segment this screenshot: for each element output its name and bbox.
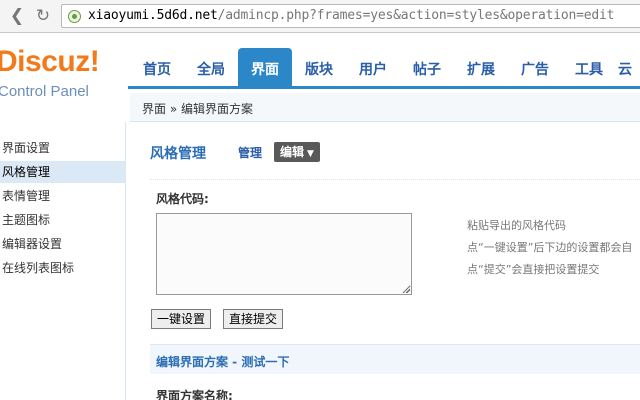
topnav-extend[interactable]: 扩展 xyxy=(456,54,506,87)
sidebar-item-editor-settings[interactable]: 编辑器设置 xyxy=(0,233,126,255)
hint-submit: 点“提交”会直接把设置提交 xyxy=(467,263,600,276)
page-title: 风格管理 xyxy=(150,146,206,162)
style-code-label: 风格代码: xyxy=(156,192,209,206)
topnav-tools[interactable]: 工具 xyxy=(564,54,614,87)
tab-manage[interactable]: 管理 xyxy=(235,143,265,163)
main-content: 风格管理 管理 编辑 ▼ 风格代码: 粘贴导出的风格代码 点“一键设置”后下边的设… xyxy=(140,123,640,400)
back-arrow-icon[interactable]: ❮ xyxy=(7,6,27,26)
direct-submit-button[interactable]: 直接提交 xyxy=(223,309,284,329)
logo-subtitle: Control Panel xyxy=(0,83,89,100)
sidebar-item-style-management[interactable]: 风格管理 xyxy=(0,161,126,183)
sidebar-item-interface-settings[interactable]: 界面设置 xyxy=(0,137,126,159)
style-code-textarea[interactable] xyxy=(156,213,412,295)
caret-down-icon: ▼ xyxy=(307,149,314,159)
hint-onekey: 点“一键设置”后下边的设置都会自 xyxy=(467,241,633,254)
url-host: xiaoyumi.5d6d.net xyxy=(88,8,218,23)
sidebar-item-smilies[interactable]: 表情管理 xyxy=(0,185,126,207)
browser-toolbar: ❮ ↻ xiaoyumi.5d6d.net/admincp.php?frames… xyxy=(0,0,640,33)
discuz-logo: Discuz! xyxy=(0,45,100,78)
globe-icon xyxy=(68,10,81,23)
topnav-posts[interactable]: 帖子 xyxy=(402,54,452,87)
onekey-setup-button[interactable]: 一键设置 xyxy=(151,309,212,329)
sidebar-item-online-icons[interactable]: 在线列表图标 xyxy=(0,257,126,279)
scheme-name-label: 界面方案名称: xyxy=(156,389,233,400)
logo-bang: ! xyxy=(89,45,100,78)
hint-paste: 粘贴导出的风格代码 xyxy=(467,219,566,232)
tab-edit[interactable]: 编辑 ▼ xyxy=(274,142,320,162)
topnav-global[interactable]: 全局 xyxy=(186,54,236,87)
url-text: xiaoyumi.5d6d.net/admincp.php?frames=yes… xyxy=(88,8,614,24)
resize-grip-icon[interactable] xyxy=(402,285,411,294)
topnav-users[interactable]: 用户 xyxy=(348,54,398,87)
address-bar[interactable]: xiaoyumi.5d6d.net/admincp.php?frames=yes… xyxy=(61,4,640,28)
topnav-ads[interactable]: 广告 xyxy=(510,54,560,87)
sidebar-item-thread-icons[interactable]: 主题图标 xyxy=(0,209,126,231)
section-header: 编辑界面方案 - 测试一下 xyxy=(150,344,640,374)
topnav-interface[interactable]: 界面 xyxy=(238,48,292,87)
topnav-cloud[interactable]: 云 xyxy=(618,54,640,87)
topnav-home[interactable]: 首页 xyxy=(132,54,182,87)
logo-brand: Discuz xyxy=(0,45,90,78)
topnav-forums[interactable]: 版块 xyxy=(294,54,344,87)
reload-icon[interactable]: ↻ xyxy=(33,6,53,26)
divider xyxy=(150,179,640,180)
tab-edit-label: 编辑 xyxy=(280,145,305,159)
nav-underline xyxy=(128,86,640,89)
breadcrumb-bar: 界面 » 编辑界面方案 xyxy=(130,93,640,122)
section-title: 编辑界面方案 - 测试一下 xyxy=(156,355,290,369)
breadcrumb: 界面 » 编辑界面方案 xyxy=(142,102,253,116)
url-path: /admincp.php?frames=yes&action=styles&op… xyxy=(217,8,615,23)
left-sidebar: 界面设置 风格管理 表情管理 主题图标 编辑器设置 在线列表图标 xyxy=(0,122,126,400)
